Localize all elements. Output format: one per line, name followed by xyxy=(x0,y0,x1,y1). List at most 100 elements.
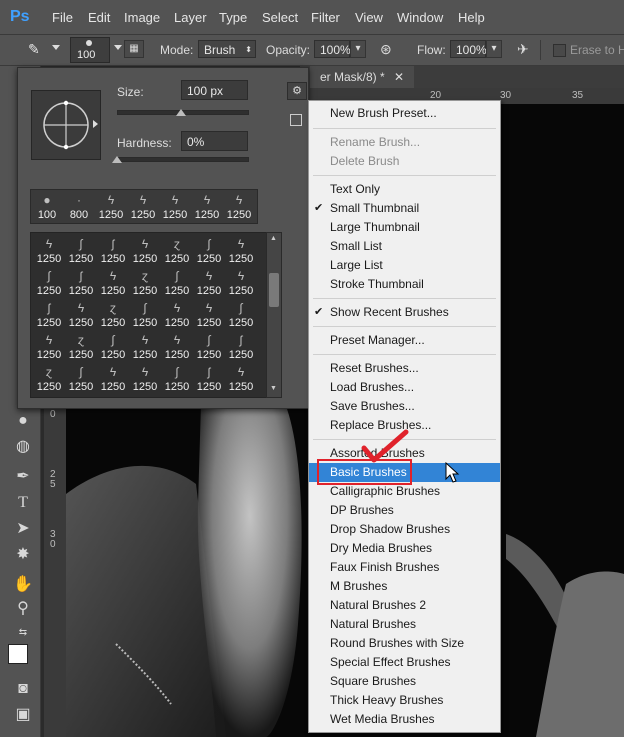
erase-checkbox[interactable] xyxy=(553,44,566,57)
recent-brush[interactable]: ϟ 1250 xyxy=(127,191,159,221)
menu-item[interactable]: ✔ Show Recent Brushes xyxy=(309,303,500,322)
brush-preset-cell[interactable]: ϟ 1250 xyxy=(33,331,65,361)
brush-preset-cell[interactable]: ∫ 1250 xyxy=(129,299,161,329)
brush-preset-cell[interactable]: ɀ 1250 xyxy=(129,267,161,297)
size-field[interactable]: 100 px xyxy=(181,80,248,100)
menu-view[interactable]: View xyxy=(355,10,383,25)
sponge-tool-icon[interactable]: ◍ xyxy=(12,436,34,458)
opacity-field[interactable]: 100% xyxy=(314,40,351,58)
menu-item[interactable]: Small List xyxy=(309,237,500,256)
menu-filter[interactable]: Filter xyxy=(311,10,340,25)
brush-preset-cell[interactable]: ∫ 1250 xyxy=(225,299,257,329)
flow-dropdown[interactable]: ▾ xyxy=(486,40,502,58)
airbrush-icon[interactable]: ✈ xyxy=(517,41,529,58)
scroll-down-icon[interactable]: ▼ xyxy=(270,385,277,392)
brush-preset-picker[interactable]: 100 xyxy=(70,37,110,63)
menu-item[interactable]: Drop Shadow Brushes xyxy=(309,520,500,539)
brush-angle-preview[interactable] xyxy=(31,90,101,160)
menu-edit[interactable]: Edit xyxy=(88,10,110,25)
blur-tool-icon[interactable]: ● xyxy=(12,410,34,432)
brush-preset-cell[interactable]: ϟ 1250 xyxy=(193,299,225,329)
brush-preset-cell[interactable]: ϟ 1250 xyxy=(161,299,193,329)
recent-brush[interactable]: ϟ 1250 xyxy=(223,191,255,221)
recent-brush[interactable]: ϟ 1250 xyxy=(95,191,127,221)
pen-tool-icon[interactable]: ✒ xyxy=(12,466,34,488)
brush-preset-cell[interactable]: ʃ 1250 xyxy=(225,331,257,361)
recent-brush[interactable]: · 800 xyxy=(63,191,95,221)
brush-preset-cell[interactable]: ϟ 1250 xyxy=(161,331,193,361)
recent-brush[interactable]: ϟ 1250 xyxy=(191,191,223,221)
path-selection-icon[interactable]: ➤ xyxy=(12,518,34,540)
chevron-down-icon[interactable] xyxy=(52,45,60,50)
brush-preset-cell[interactable]: ∫ 1250 xyxy=(161,363,193,393)
menu-item[interactable]: Faux Finish Brushes xyxy=(309,558,500,577)
menu-item[interactable]: Natural Brushes 2 xyxy=(309,596,500,615)
menu-layer[interactable]: Layer xyxy=(174,10,207,25)
menu-item[interactable]: Round Brushes with Size xyxy=(309,634,500,653)
brush-panel-icon[interactable]: ▦ xyxy=(124,40,144,58)
brush-preset-cell[interactable]: ∫ 1250 xyxy=(193,331,225,361)
hand-tool-icon[interactable]: ✋ xyxy=(12,574,34,596)
brush-preset-cell[interactable]: ɀ 1250 xyxy=(65,331,97,361)
brush-preset-cell[interactable]: ∫ 1250 xyxy=(65,235,97,265)
brush-preset-cell[interactable]: ʃ 1250 xyxy=(33,299,65,329)
menu-item[interactable]: ✔ Small Thumbnail xyxy=(309,199,500,218)
close-icon[interactable]: ✕ xyxy=(394,70,404,84)
menu-item[interactable]: DP Brushes xyxy=(309,501,500,520)
chevron-down-icon[interactable] xyxy=(114,45,122,50)
new-preset-icon[interactable] xyxy=(290,114,302,126)
hardness-field[interactable]: 0% xyxy=(181,131,248,151)
menu-file[interactable]: File xyxy=(52,10,73,25)
brush-preset-cell[interactable]: ∫ 1250 xyxy=(65,363,97,393)
scroll-up-icon[interactable]: ▲ xyxy=(270,235,277,242)
brush-preset-cell[interactable]: ϟ 1250 xyxy=(225,267,257,297)
brush-preset-cell[interactable]: ϟ 1250 xyxy=(193,267,225,297)
brush-preset-cell[interactable]: ϟ 1250 xyxy=(33,235,65,265)
hardness-slider-knob[interactable] xyxy=(112,156,122,163)
type-tool-icon[interactable]: T xyxy=(12,492,34,514)
menu-item[interactable]: Thick Heavy Brushes xyxy=(309,691,500,710)
menu-window[interactable]: Window xyxy=(397,10,443,25)
brush-preset-cell[interactable]: ɀ 1250 xyxy=(33,363,65,393)
menu-help[interactable]: Help xyxy=(458,10,485,25)
brush-preset-cell[interactable]: ʃ 1250 xyxy=(65,267,97,297)
brush-preset-cell[interactable]: ∫ 1250 xyxy=(33,267,65,297)
menu-item[interactable]: Large Thumbnail xyxy=(309,218,500,237)
brush-preset-cell[interactable]: ɀ 1250 xyxy=(161,235,193,265)
menu-item[interactable]: Special Effect Brushes xyxy=(309,653,500,672)
shape-tool-icon[interactable]: ✸ xyxy=(12,544,34,566)
brush-preset-cell[interactable]: ϟ 1250 xyxy=(129,235,161,265)
menu-item[interactable]: Stroke Thumbnail xyxy=(309,275,500,294)
eraser-icon[interactable]: ✎ xyxy=(28,40,48,58)
brush-preset-cell[interactable]: ϟ 1250 xyxy=(129,331,161,361)
menu-item[interactable]: Text Only xyxy=(309,180,500,199)
menu-item[interactable]: New Brush Preset... xyxy=(309,104,500,123)
menu-type[interactable]: Type xyxy=(219,10,247,25)
menu-item[interactable]: M Brushes xyxy=(309,577,500,596)
brush-preset-cell[interactable]: ϟ 1250 xyxy=(65,299,97,329)
menu-select[interactable]: Select xyxy=(262,10,298,25)
menu-item[interactable]: Reset Brushes... xyxy=(309,359,500,378)
mode-select[interactable]: Brush ⬍ xyxy=(198,40,256,58)
brush-preset-cell[interactable]: ∫ 1250 xyxy=(97,331,129,361)
expand-arrow-icon[interactable] xyxy=(93,120,98,128)
scroll-thumb[interactable] xyxy=(269,273,279,307)
brush-preset-cell[interactable]: ʃ 1250 xyxy=(193,363,225,393)
gear-icon[interactable]: ⚙ xyxy=(287,82,307,100)
recent-brush[interactable]: ● 100 xyxy=(31,191,63,221)
swap-colors-icon[interactable]: ⇆ xyxy=(12,622,34,644)
brush-preset-cell[interactable]: ϟ 1250 xyxy=(225,363,257,393)
menu-item[interactable]: Preset Manager... xyxy=(309,331,500,350)
brush-preset-cell[interactable]: ϟ 1250 xyxy=(97,267,129,297)
recent-brush[interactable]: ϟ 1250 xyxy=(159,191,191,221)
menu-item[interactable]: Natural Brushes xyxy=(309,615,500,634)
opacity-dropdown[interactable]: ▾ xyxy=(350,40,366,58)
quick-mask-icon[interactable]: ◙ xyxy=(12,678,34,700)
menu-item[interactable]: Square Brushes xyxy=(309,672,500,691)
screen-mode-icon[interactable]: ▣ xyxy=(12,704,34,726)
hardness-slider[interactable] xyxy=(117,157,249,162)
menu-item[interactable]: Save Brushes... xyxy=(309,397,500,416)
brush-preset-cell[interactable]: ∫ 1250 xyxy=(161,267,193,297)
menu-item[interactable]: Wet Media Brushes xyxy=(309,710,500,729)
brush-preset-cell[interactable]: ϟ 1250 xyxy=(225,235,257,265)
